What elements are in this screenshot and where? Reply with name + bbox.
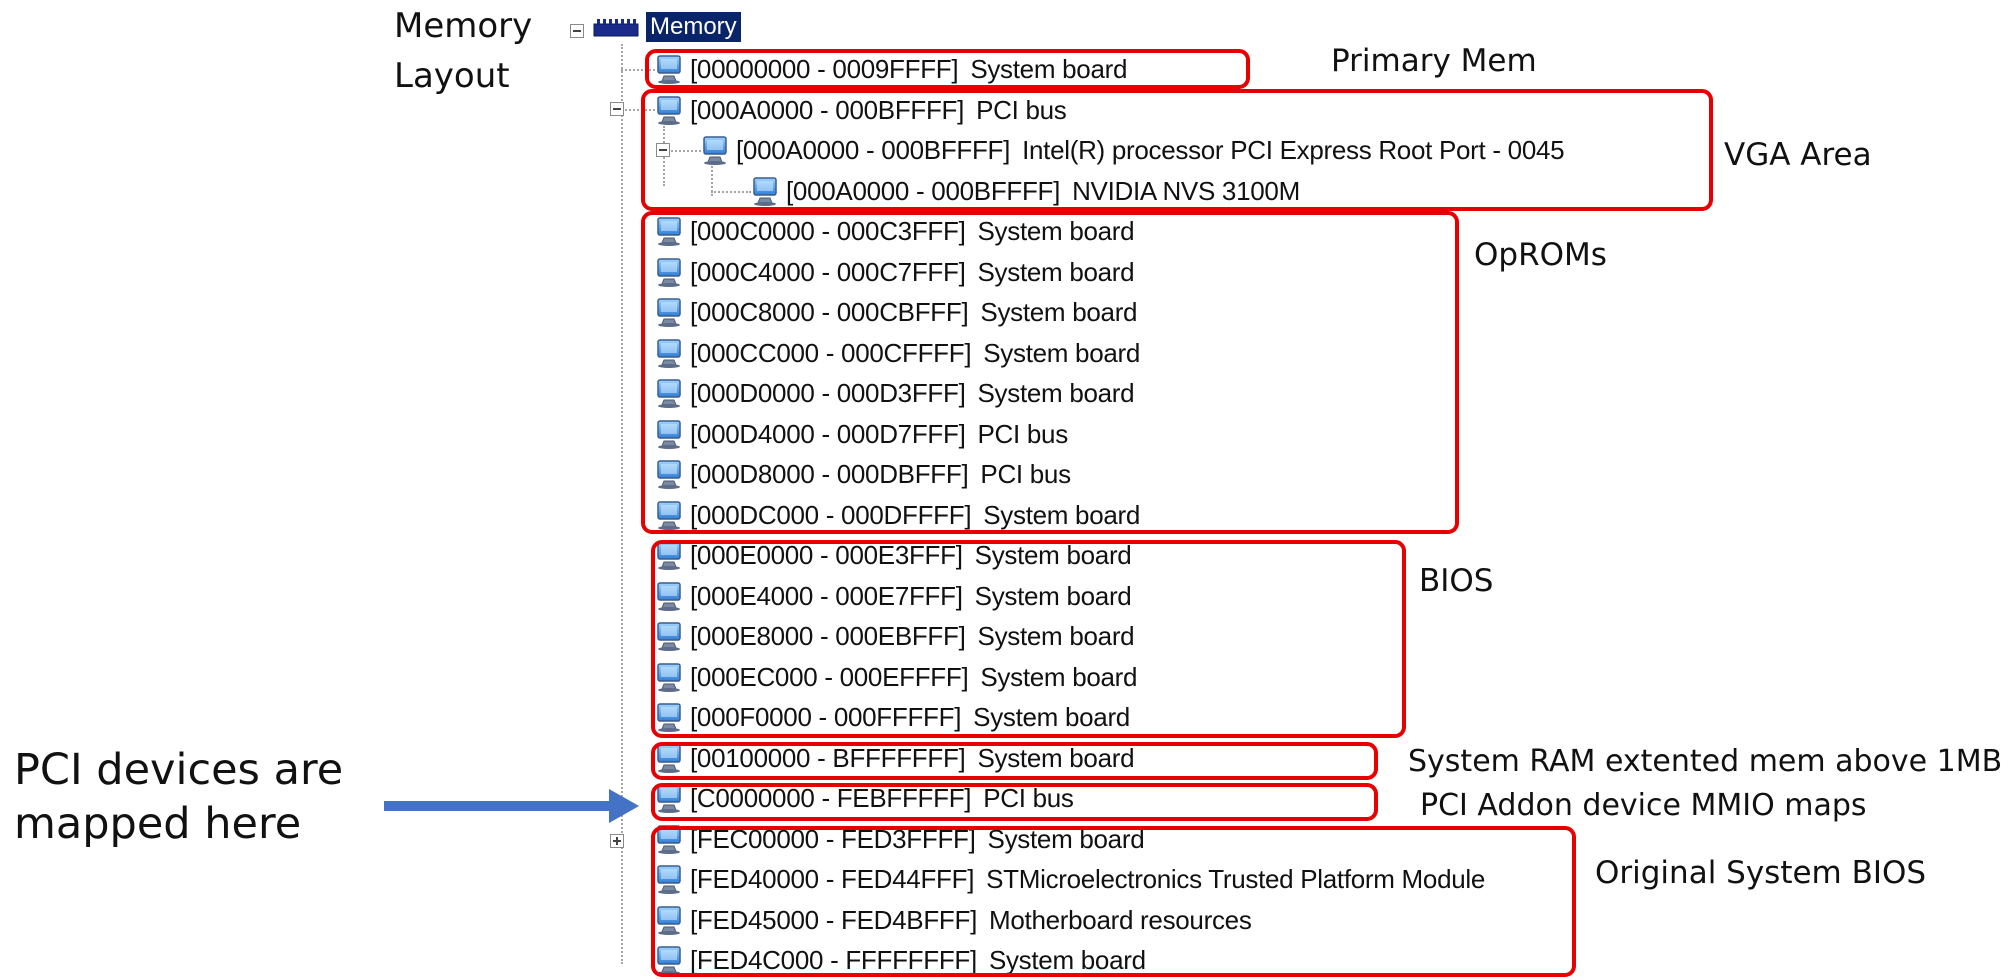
collapse-root-icon[interactable]	[570, 24, 584, 38]
highlight-pci-addon	[651, 783, 1378, 821]
highlight-vga-area	[641, 89, 1713, 211]
tree-guide-line	[621, 44, 623, 964]
callout-line-2: mapped here	[14, 799, 302, 849]
arrow-shaft	[384, 801, 614, 811]
label-oproms: OpROMs	[1474, 237, 1607, 273]
highlight-bios	[651, 540, 1406, 738]
title-line-2: Layout	[394, 56, 510, 96]
highlight-original-bios	[651, 826, 1576, 977]
highlight-primary-mem	[645, 49, 1250, 89]
title-line-1: Memory	[394, 6, 533, 46]
collapse-pci-bus-icon[interactable]	[610, 102, 624, 116]
callout-line-1: PCI devices are	[14, 745, 344, 795]
highlight-oproms	[641, 211, 1459, 534]
label-system-ram: System RAM extented mem above 1MB	[1408, 744, 2003, 779]
label-original-bios: Original System BIOS	[1595, 855, 1927, 891]
label-primary-mem: Primary Mem	[1331, 43, 1537, 79]
label-vga-area: VGA Area	[1724, 137, 1872, 173]
memory-chip-icon	[593, 19, 639, 37]
arrow-right-icon	[609, 789, 639, 823]
highlight-system-ram	[651, 742, 1378, 780]
expand-fec00000-icon[interactable]	[610, 834, 624, 848]
label-bios: BIOS	[1419, 563, 1494, 599]
tree-root-memory[interactable]: Memory	[646, 12, 741, 42]
label-pci-addon: PCI Addon device MMIO maps	[1420, 788, 1867, 823]
